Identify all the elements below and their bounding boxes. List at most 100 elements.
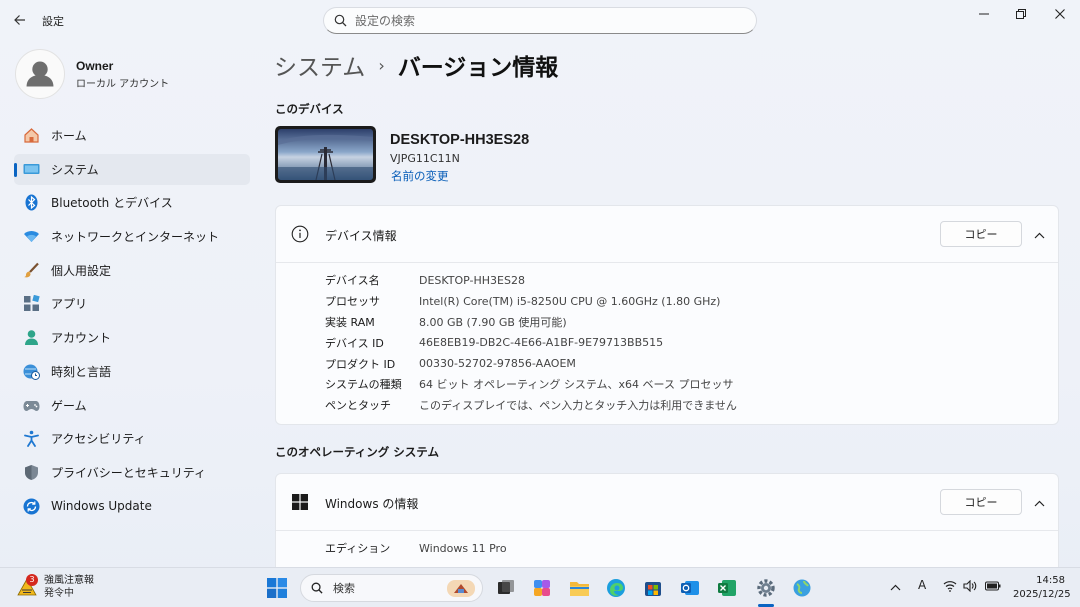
user-avatar-icon	[26, 61, 54, 87]
task-view-button[interactable]	[495, 577, 517, 599]
search-input[interactable]	[355, 13, 735, 28]
settings-search[interactable]	[323, 7, 757, 34]
windows-spec-title: Windows の情報	[325, 497, 419, 511]
globe-app[interactable]	[791, 577, 813, 599]
sidebar-item-label: Windows Update	[51, 499, 152, 514]
task-view-icon	[498, 580, 514, 594]
search-highlight-icon	[447, 580, 475, 597]
copilot-app[interactable]	[531, 577, 553, 599]
restore-button[interactable]	[1007, 6, 1035, 22]
spec-row: プロダクト ID 00330-52702-97856-AAOEM	[325, 353, 1058, 374]
globe-clock-icon	[22, 362, 40, 380]
update-icon	[22, 497, 40, 515]
sidebar-item-system[interactable]: システム	[14, 153, 250, 185]
weather-title: 強風注意報	[44, 575, 94, 586]
system-icon	[22, 160, 40, 178]
sidebar-item-accounts[interactable]: アカウント	[14, 322, 250, 353]
spec-value: 00330-52702-97856-AAOEM	[419, 357, 576, 371]
user-profile[interactable]: Owner ローカル アカウント	[15, 49, 169, 99]
sidebar-item-apps[interactable]: アプリ	[14, 288, 250, 319]
sidebar-item-windows-update[interactable]: Windows Update	[14, 491, 250, 522]
spec-row: デバイス名 DESKTOP-HH3ES28	[325, 270, 1058, 291]
sidebar-item-label: ネットワークとインターネット	[51, 230, 220, 245]
spec-row: システムの種類 64 ビット オペレーティング システム、x64 ベース プロセッ…	[325, 374, 1058, 395]
spec-value: Windows 11 Pro	[419, 541, 507, 555]
outlook-app[interactable]	[679, 577, 701, 599]
apps-icon	[22, 295, 40, 313]
minimize-button[interactable]	[970, 6, 998, 22]
settings-app[interactable]	[755, 577, 777, 599]
search-icon	[334, 14, 347, 27]
search-icon	[311, 582, 323, 594]
collapse-windows-spec-button[interactable]	[1030, 494, 1048, 512]
sidebar-nav: ホーム システム Bluetooth とデバイス ネットワークとインターネット …	[14, 120, 250, 524]
bluetooth-icon	[22, 194, 40, 212]
account-icon	[22, 329, 40, 347]
gamepad-icon	[22, 396, 40, 414]
accessibility-icon	[22, 430, 40, 448]
breadcrumb: システム › バージョン情報	[274, 48, 558, 82]
outlook-icon	[681, 581, 699, 595]
edge-app[interactable]	[605, 577, 627, 599]
weather-widget[interactable]: 3 強風注意報 発令中	[16, 574, 94, 600]
taskbar: 3 強風注意報 発令中 検索 A 14:58 2025/12/25	[0, 567, 1080, 607]
back-button[interactable]	[10, 10, 30, 30]
sidebar-item-accessibility[interactable]: アクセシビリティ	[14, 423, 250, 454]
store-app[interactable]	[642, 577, 664, 599]
spec-label: ペンとタッチ	[325, 399, 391, 413]
start-button[interactable]	[266, 577, 288, 599]
device-spec-list: デバイス名 DESKTOP-HH3ES28 プロセッサ Intel(R) Core(…	[276, 263, 1058, 416]
collapse-device-spec-button[interactable]	[1030, 226, 1048, 244]
sidebar-item-label: ホーム	[51, 129, 87, 143]
sidebar-item-time-language[interactable]: 時刻と言語	[14, 356, 250, 387]
spec-value: このディスプレイでは、ペン入力とタッチ入力は利用できません	[419, 399, 737, 413]
edge-icon	[607, 579, 625, 597]
brush-icon	[22, 261, 40, 279]
sidebar-item-label: ゲーム	[51, 398, 87, 413]
sidebar-item-label: プライバシーとセキュリティ	[51, 465, 207, 480]
windows-spec-header[interactable]: Windows の情報 コピー	[276, 474, 1058, 531]
sidebar-item-privacy[interactable]: プライバシーとセキュリティ	[14, 457, 250, 488]
spec-label: システムの種類	[325, 378, 402, 392]
windows-start-icon	[267, 578, 287, 598]
wifi-icon	[943, 581, 957, 592]
breadcrumb-parent[interactable]: システム	[274, 48, 365, 82]
show-hidden-icons-button[interactable]	[890, 580, 901, 594]
spec-label: デバイス名	[325, 274, 380, 288]
taskbar-search[interactable]: 検索	[300, 574, 483, 602]
wifi-status[interactable]	[943, 580, 957, 595]
close-button[interactable]	[1046, 6, 1074, 22]
ime-indicator[interactable]: A	[918, 578, 926, 592]
sidebar-item-personalization[interactable]: 個人用設定	[14, 255, 250, 286]
weather-subtitle: 発令中	[44, 588, 74, 599]
file-explorer-app[interactable]	[568, 577, 590, 599]
spec-value: Intel(R) Core(TM) i5-8250U CPU @ 1.60GHz…	[419, 294, 721, 308]
chevron-up-icon	[1034, 500, 1044, 506]
spec-label: プロダクト ID	[325, 357, 396, 371]
rename-link[interactable]: 名前の変更	[391, 168, 449, 184]
sidebar-item-gaming[interactable]: ゲーム	[14, 390, 250, 421]
spec-row: ペンとタッチ このディスプレイでは、ペン入力とタッチ入力は利用できません	[325, 395, 1058, 416]
device-spec-header[interactable]: デバイス情報 コピー	[276, 206, 1058, 263]
os-section-title: このオペレーティング システム	[275, 445, 439, 459]
folder-icon	[569, 582, 589, 596]
sidebar-item-network[interactable]: ネットワークとインターネット	[14, 221, 250, 252]
copy-windows-spec-button[interactable]: コピー	[940, 489, 1022, 515]
sidebar-item-home[interactable]: ホーム	[14, 120, 250, 151]
volume-status[interactable]	[963, 579, 977, 595]
sidebar-item-bluetooth[interactable]: Bluetooth とデバイス	[14, 187, 250, 218]
device-spec-title: デバイス情報	[325, 229, 397, 243]
excel-app[interactable]	[716, 577, 738, 599]
excel-icon	[718, 580, 736, 596]
copilot-icon	[534, 580, 550, 596]
battery-status[interactable]	[985, 580, 1001, 594]
profile-name: Owner	[76, 58, 114, 73]
spec-row: プロセッサ Intel(R) Core(TM) i5-8250U CPU @ 1.…	[325, 291, 1058, 312]
device-name: DESKTOP-HH3ES28	[390, 132, 530, 148]
avatar	[15, 49, 65, 99]
spec-row: デバイス ID 46E8EB19-DB2C-4E66-A1BF-9E79713BB…	[325, 332, 1058, 353]
copy-device-spec-button[interactable]: コピー	[940, 221, 1022, 247]
shield-icon	[22, 463, 40, 481]
taskbar-clock[interactable]: 14:58 2025/12/25	[1013, 574, 1071, 602]
sidebar-item-label: 個人用設定	[51, 263, 112, 278]
